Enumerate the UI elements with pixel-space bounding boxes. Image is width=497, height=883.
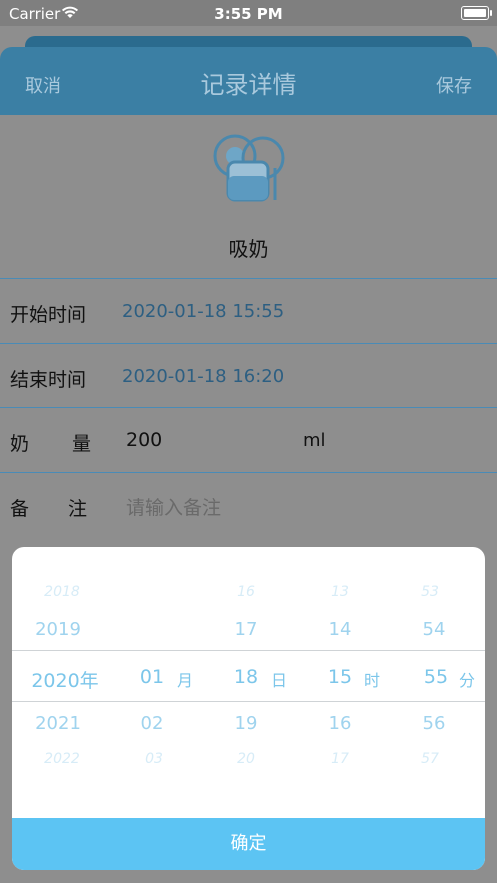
day-unit: 日 — [271, 671, 288, 690]
month-option[interactable]: 02 — [132, 713, 172, 734]
divider — [0, 278, 497, 279]
end-time-value[interactable]: 2020-01-18 16:20 — [122, 366, 284, 387]
hour-selected[interactable]: 15 — [320, 666, 360, 688]
year-option[interactable]: 2022 — [12, 751, 112, 767]
day-option[interactable]: 19 — [226, 713, 266, 734]
day-option[interactable]: 20 — [226, 751, 266, 767]
selection-bottom-line — [12, 701, 485, 702]
year-selected[interactable]: 2020年 — [12, 666, 118, 693]
amount-unit: ml — [303, 430, 326, 451]
amount-label-second: 量 — [72, 433, 92, 455]
hour-unit: 时 — [364, 671, 381, 690]
nav-bar: 取消 记录详情 保存 — [0, 47, 497, 115]
category-label: 吸奶 — [228, 237, 269, 261]
year-option[interactable]: 2021 — [12, 713, 104, 734]
amount-label-first: 奶 — [10, 433, 30, 455]
divider — [0, 343, 497, 344]
minute-option[interactable]: 53 — [410, 584, 450, 600]
page-title: 记录详情 — [200, 71, 297, 99]
minute-unit: 分 — [459, 671, 476, 690]
day-selected[interactable]: 18 — [226, 666, 266, 688]
year-option[interactable]: 2019 — [12, 619, 104, 640]
start-time-label: 开始时间 — [10, 304, 87, 326]
minute-option[interactable]: 56 — [414, 713, 454, 734]
year-option[interactable]: 2018 — [12, 584, 112, 600]
clock: 3:55 PM — [214, 5, 283, 23]
breast-pump-icon — [213, 134, 285, 202]
selection-top-line — [12, 650, 485, 651]
battery-icon — [461, 6, 492, 20]
hour-option[interactable]: 16 — [320, 713, 360, 734]
date-time-picker: 2018 2019 2020年 2021 2022 01 02 03 月 16 … — [12, 547, 485, 870]
note-label-second: 注 — [68, 498, 88, 520]
confirm-button[interactable]: 确定 — [12, 818, 485, 870]
status-bar: Carrier 3:55 PM — [0, 0, 497, 26]
hour-option[interactable]: 13 — [320, 584, 360, 600]
end-time-label: 结束时间 — [10, 369, 87, 391]
minute-selected[interactable]: 55 — [416, 666, 456, 688]
minute-option[interactable]: 54 — [414, 619, 454, 640]
hour-option[interactable]: 17 — [320, 751, 360, 767]
start-time-value[interactable]: 2020-01-18 15:55 — [122, 301, 284, 322]
divider — [0, 472, 497, 473]
hour-option[interactable]: 14 — [320, 619, 360, 640]
minute-option[interactable]: 57 — [410, 751, 450, 767]
month-unit: 月 — [177, 671, 194, 690]
divider — [0, 407, 497, 408]
record-form: 吸奶 开始时间 2020-01-18 15:55 结束时间 2020-01-18… — [0, 115, 497, 547]
month-selected[interactable]: 01 — [132, 666, 172, 688]
month-option[interactable]: 03 — [134, 751, 174, 767]
amount-input[interactable]: 200 — [126, 429, 162, 451]
note-label-first: 备 — [10, 498, 30, 520]
note-input[interactable]: 请输入备注 — [126, 493, 221, 520]
day-option[interactable]: 17 — [226, 619, 266, 640]
save-button[interactable]: 保存 — [436, 72, 472, 98]
day-option[interactable]: 16 — [226, 584, 266, 600]
